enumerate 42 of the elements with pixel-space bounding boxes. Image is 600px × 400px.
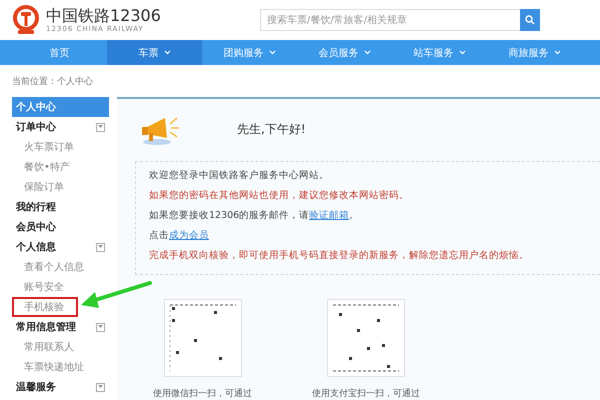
menu-item[interactable]: 查看个人信息	[12, 257, 109, 277]
menu-item[interactable]: 火车票订单	[12, 137, 109, 157]
nav-tab[interactable]: 团购服务	[202, 40, 297, 65]
text-link[interactable]: 验证邮箱	[309, 210, 350, 221]
search-button[interactable]	[520, 9, 540, 31]
nav-tab[interactable]: 车票	[107, 40, 202, 65]
collapse-icon[interactable]	[96, 382, 105, 392]
notice-text: 点击成为会员	[149, 230, 210, 242]
menu-item[interactable]: 车票快递地址	[12, 357, 109, 377]
logo-icon	[12, 4, 40, 36]
menu-section[interactable]: 温馨服务	[12, 377, 109, 397]
menu-section[interactable]: 我的行程	[12, 197, 109, 217]
greeting-text: 先生,下午好!	[237, 120, 306, 138]
breadcrumb: 当前位置：个人中心	[12, 76, 94, 89]
collapse-icon[interactable]	[96, 322, 105, 332]
menu-section[interactable]: 个人信息	[12, 237, 109, 257]
menu-section[interactable]: 会员中心	[12, 217, 109, 237]
logo-title: 中国铁路12306	[46, 7, 161, 25]
nav-tab[interactable]: 会员服务	[297, 40, 392, 65]
menu-section[interactable]: 常用信息管理	[12, 317, 109, 337]
menu-item[interactable]: 保险订单	[12, 177, 109, 197]
qr-caption: 使用支付宝扫一扫，可通过	[312, 388, 420, 400]
notice-text: 如果您要接收12306的服务邮件，请验证邮箱。	[149, 210, 360, 222]
warning-text: 如果您的密码在其他网站也使用，建议您修改本网站密码。	[149, 190, 410, 202]
nav-tab[interactable]: 站车服务	[392, 40, 487, 65]
nav-tab[interactable]: 首页	[12, 40, 107, 65]
nav-tab[interactable]: 商旅服务	[487, 40, 582, 65]
notice-text: 欢迎您登录中国铁路客户服务中心网站。	[149, 170, 330, 182]
menu-section[interactable]: 个人中心	[12, 97, 109, 117]
warning-text: 完成手机双向核验，即可使用手机号码直接登录的新服务，解除您遗忘用户名的烦恼。	[149, 250, 530, 262]
menu-item[interactable]: 账号安全	[12, 277, 109, 297]
text-link[interactable]: 成为会员	[169, 230, 209, 241]
menu-item[interactable]: 手机核验	[12, 297, 78, 317]
menu-section[interactable]: 订单中心	[12, 117, 109, 137]
qr-caption: 使用微信扫一扫，可通过	[153, 388, 252, 400]
menu-item[interactable]: 餐饮•特产	[12, 157, 109, 177]
annotation-arrow	[80, 280, 152, 310]
search-field[interactable]: 搜索车票/餐饮/常旅客/相关规章	[260, 9, 520, 31]
collapse-icon[interactable]	[96, 122, 105, 132]
menu-item[interactable]: 常用联系人	[12, 337, 109, 357]
search-icon	[525, 15, 535, 25]
collapse-icon[interactable]	[96, 242, 105, 252]
